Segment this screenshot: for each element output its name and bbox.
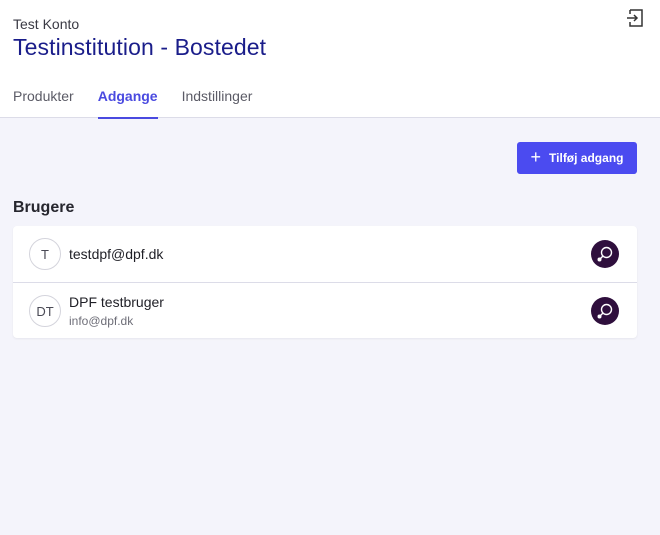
user-text: testdpf@dpf.dk [69, 246, 163, 262]
user-text: DPF testbruger info@dpf.dk [69, 294, 164, 328]
tab-bar: Produkter Adgange Indstillinger [13, 80, 253, 119]
header: Test Konto Testinstitution - Bostedet Pr… [0, 0, 660, 119]
impersonate-button[interactable] [591, 297, 619, 325]
avatar: DT [29, 295, 61, 327]
user-email: info@dpf.dk [69, 313, 134, 328]
logout-icon[interactable] [626, 8, 646, 28]
avatar: T [29, 238, 61, 270]
search-icon [597, 246, 613, 262]
tab-indstillinger[interactable]: Indstillinger [182, 80, 253, 118]
add-access-button[interactable]: + Tilføj adgang [517, 142, 637, 174]
tab-adgange[interactable]: Adgange [97, 80, 158, 119]
list-item: DT DPF testbruger info@dpf.dk [13, 282, 637, 338]
search-icon [597, 303, 613, 319]
user-list: T testdpf@dpf.dk DT DPF testbruger info@… [13, 226, 637, 338]
account-label: Test Konto [13, 16, 80, 32]
list-item: T testdpf@dpf.dk [13, 226, 637, 282]
user-name: testdpf@dpf.dk [69, 246, 164, 262]
impersonate-button[interactable] [591, 240, 619, 268]
user-name: DPF testbruger [69, 293, 164, 310]
plus-icon: + [530, 147, 542, 167]
tab-produkter[interactable]: Produkter [13, 80, 74, 118]
users-section-title: Brugere [13, 199, 75, 216]
add-access-label: Tilføj adgang [549, 151, 624, 165]
page-title: Testinstitution - Bostedet [13, 34, 267, 60]
